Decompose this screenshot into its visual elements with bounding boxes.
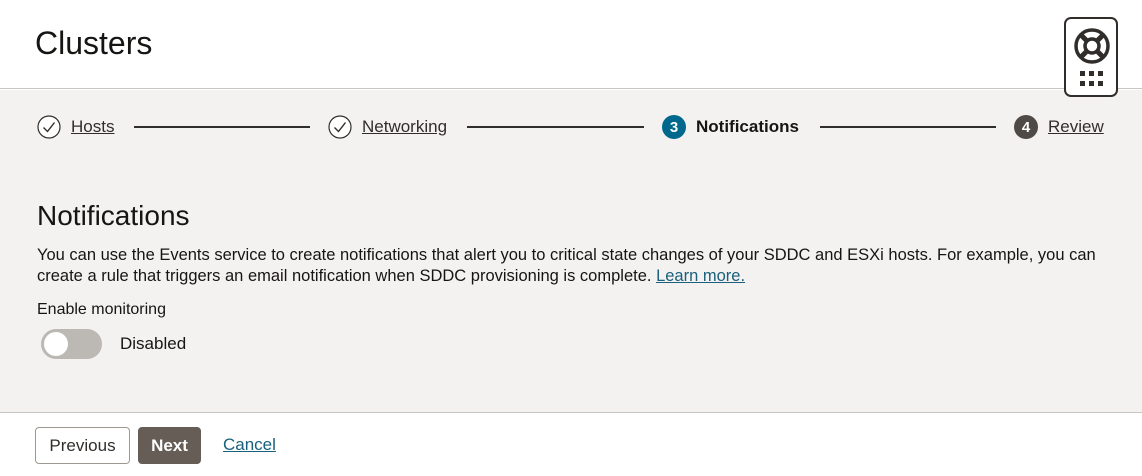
step-notifications[interactable]: 3 Notifications	[662, 115, 799, 139]
step-review-label[interactable]: Review	[1048, 117, 1104, 137]
step-number-badge: 4	[1014, 115, 1038, 139]
wizard-footer: Previous Next Cancel	[0, 412, 1142, 476]
wizard-body: Hosts Networking 3 Notifications 4 Revie…	[0, 90, 1142, 412]
app-grid-icon[interactable]	[1080, 71, 1104, 87]
step-train: Hosts Networking 3 Notifications 4 Revie…	[0, 90, 1142, 164]
switch-knob	[44, 332, 68, 356]
step-networking[interactable]: Networking	[328, 115, 447, 139]
switch-state-label: Disabled	[120, 334, 187, 353]
next-button[interactable]: Next	[138, 427, 201, 464]
step-notifications-label: Notifications	[696, 117, 799, 136]
check-circle-icon	[37, 115, 61, 139]
step-review[interactable]: 4 Review	[1014, 115, 1104, 139]
help-widget[interactable]	[1064, 17, 1118, 97]
previous-button[interactable]: Previous	[35, 427, 130, 464]
step-networking-label[interactable]: Networking	[362, 117, 447, 137]
step-hosts[interactable]: Hosts	[37, 115, 114, 139]
check-circle-icon	[328, 115, 352, 139]
step-number-badge: 3	[662, 115, 686, 139]
description-text: You can use the Events service to create…	[37, 246, 1096, 285]
lifebuoy-icon[interactable]	[1073, 27, 1111, 65]
page-title: Clusters	[35, 25, 153, 61]
step-connector	[467, 126, 644, 128]
enable-monitoring-label: Enable monitoring	[37, 301, 166, 318]
cancel-link[interactable]: Cancel	[223, 435, 276, 455]
section-description: You can use the Events service to create…	[37, 245, 1117, 287]
section-title: Notifications	[37, 200, 190, 231]
step-connector	[134, 126, 310, 128]
step-connector	[820, 126, 996, 128]
page-header: Clusters	[0, 0, 1142, 89]
enable-monitoring-switch[interactable]	[41, 329, 102, 359]
learn-more-link[interactable]: Learn more.	[656, 267, 745, 285]
step-hosts-label[interactable]: Hosts	[71, 117, 114, 137]
